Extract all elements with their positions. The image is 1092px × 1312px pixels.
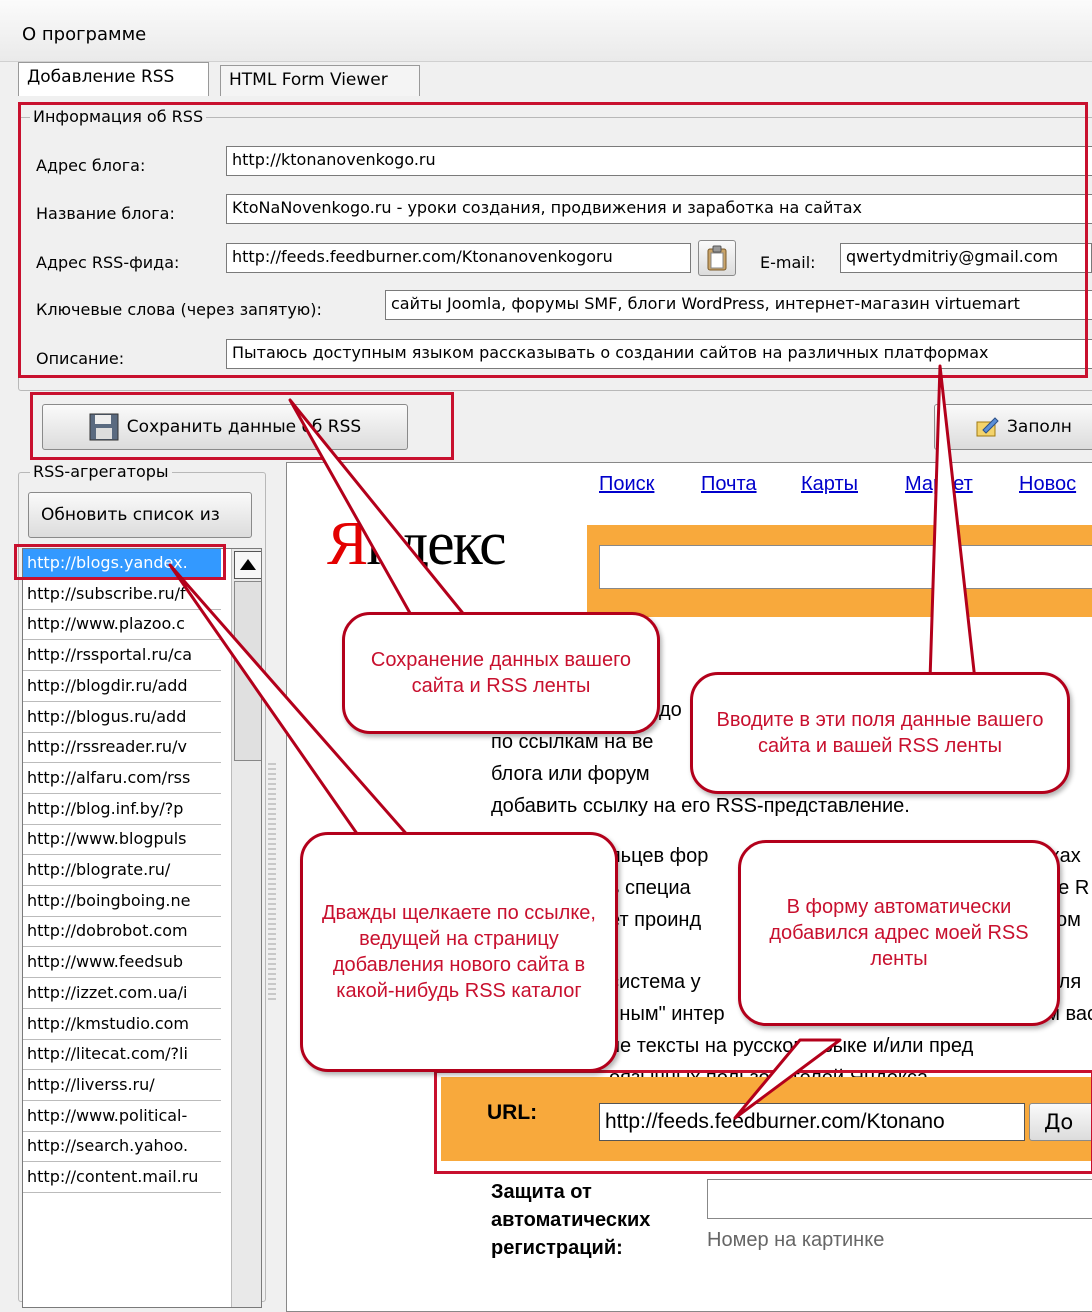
callout-save: Сохранение данных вашего сайта и RSS лен… xyxy=(342,612,660,734)
pointer-form xyxy=(733,1038,842,1120)
callout-form: В форму автоматически добавился адрес мо… xyxy=(738,840,1060,1026)
callout-fields: Вводите в эти поля данные вашего сайта и… xyxy=(690,672,1070,794)
pointer-save xyxy=(288,398,472,624)
pointer-fields xyxy=(928,364,977,682)
callout-click: Дважды щелкаете по ссылке, ведущей на ст… xyxy=(300,832,618,1072)
